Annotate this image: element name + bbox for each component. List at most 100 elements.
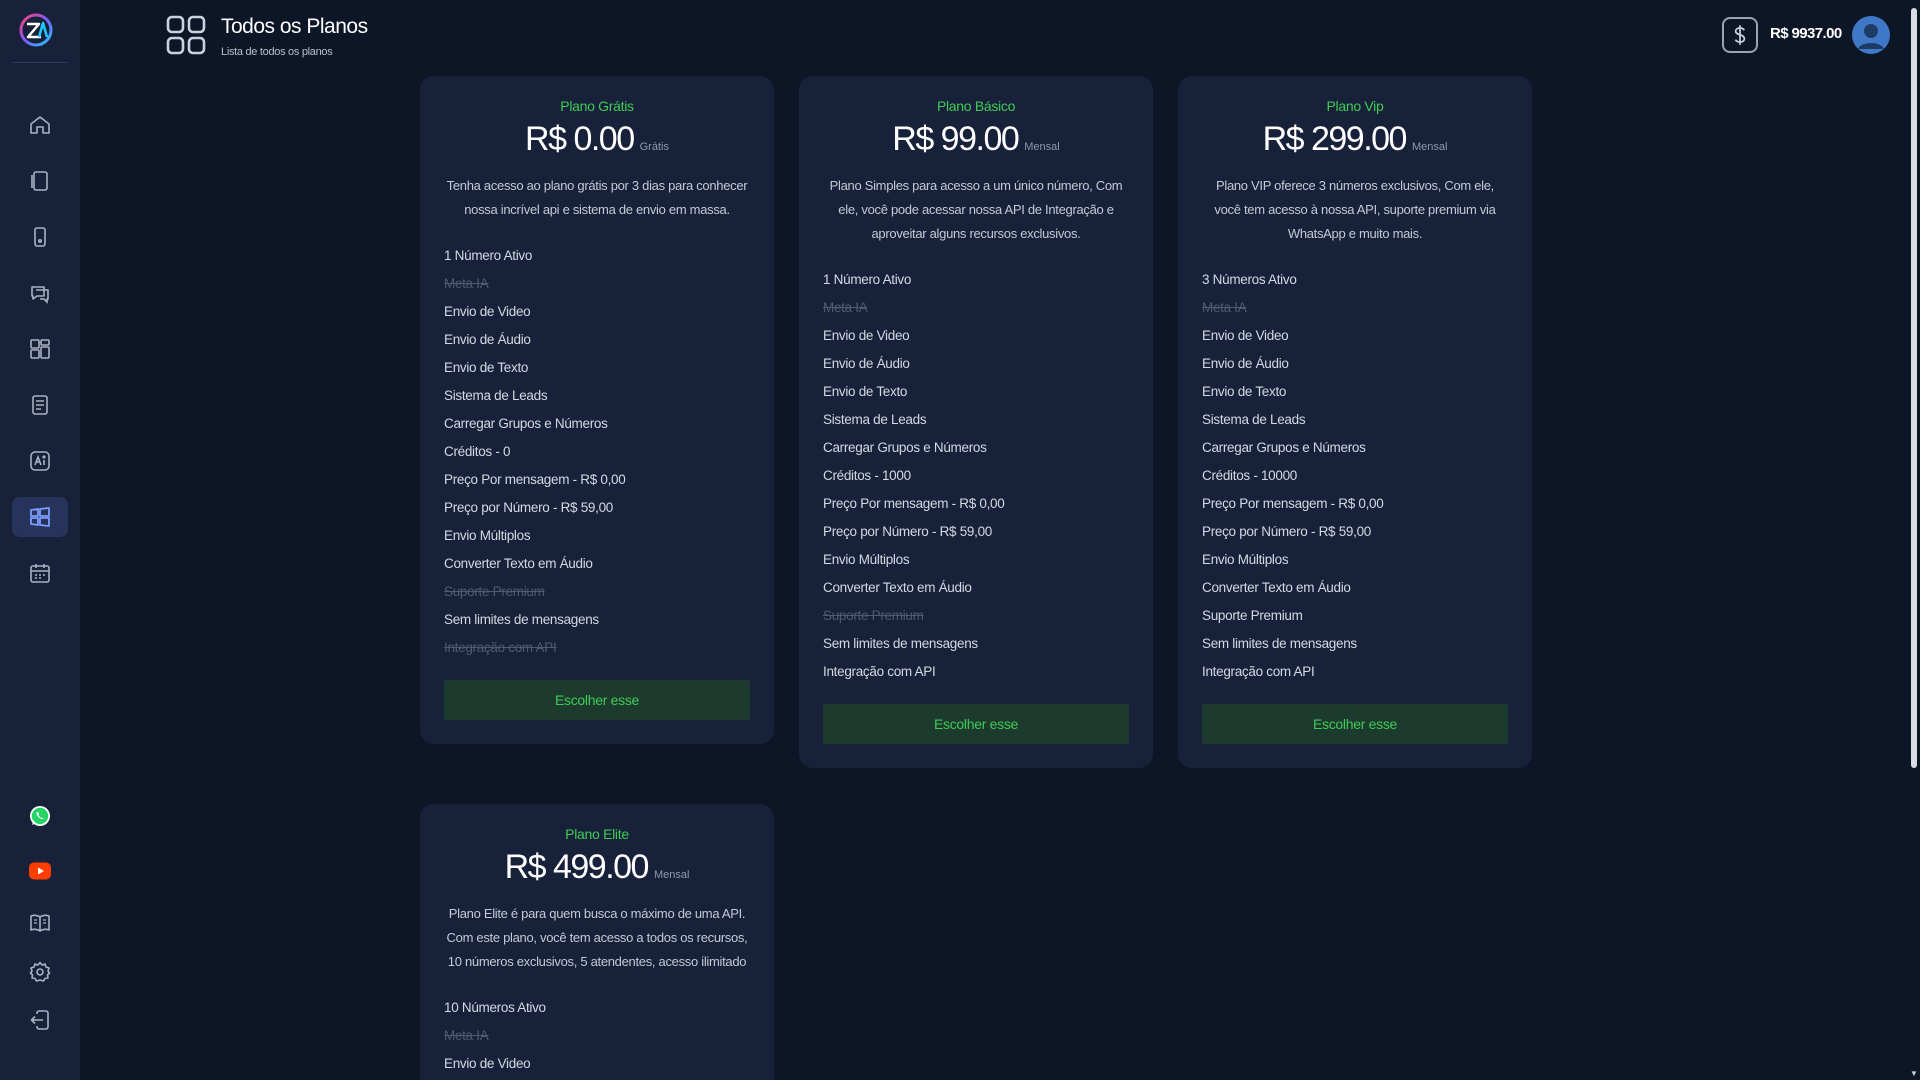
- nav-chat[interactable]: [12, 273, 68, 313]
- feature-item: Meta IA: [444, 276, 489, 291]
- nav-whatsapp[interactable]: [12, 796, 68, 836]
- feature-item: Envio Múltiplos: [1202, 552, 1289, 567]
- feature-item: Envio de Video: [444, 1056, 531, 1071]
- chat-icon: [31, 286, 49, 304]
- feature-item: Envio Múltiplos: [823, 552, 910, 567]
- feature-item: Suporte Premium: [444, 584, 545, 599]
- nav-home[interactable]: [12, 105, 68, 145]
- account-balance: R$ 9937.00: [1770, 25, 1842, 42]
- feature-item: 3 Números Ativo: [1202, 272, 1297, 287]
- calendar-icon: [30, 564, 50, 583]
- app-logo[interactable]: [17, 11, 55, 49]
- feature-item: Envio de Texto: [444, 360, 529, 375]
- nav-plans[interactable]: [12, 497, 68, 537]
- feature-item: Suporte Premium: [823, 608, 924, 623]
- plans-header-icon: [166, 15, 206, 55]
- plan-price: R$ 99.00: [892, 120, 1020, 158]
- nav-ai[interactable]: [12, 441, 68, 481]
- devices-icon: [31, 171, 48, 191]
- youtube-icon: [29, 862, 51, 880]
- page-title: Todos os Planos: [221, 15, 368, 38]
- feature-item: 1 Número Ativo: [823, 272, 912, 287]
- feature-item: Créditos - 0: [444, 444, 511, 459]
- nav-youtube[interactable]: [12, 851, 68, 891]
- whatsapp-icon: [30, 806, 50, 826]
- scrollbar-thumb[interactable]: [1911, 8, 1917, 768]
- plans-grid-icon: [30, 507, 50, 527]
- plan-price: R$ 299.00: [1262, 120, 1408, 158]
- feature-item: Sistema de Leads: [823, 412, 927, 427]
- feature-item: Preço Por mensagem - R$ 0,00: [1202, 496, 1384, 511]
- feature-item: Envio de Video: [823, 328, 910, 343]
- phone-icon: [34, 227, 46, 247]
- plan-card-gratis: Plano Grátis R$ 0.00 Grátis Tenha acesso …: [420, 76, 774, 744]
- feature-item: Envio de Video: [444, 304, 531, 319]
- book-icon: [30, 914, 50, 932]
- plan-price: R$ 499.00: [504, 848, 650, 886]
- nav-dashboard[interactable]: [12, 329, 68, 369]
- feature-item: Sistema de Leads: [1202, 412, 1306, 427]
- plan-period: Grátis: [639, 141, 669, 153]
- feature-item: Meta IA: [1202, 300, 1247, 315]
- plan-description: Plano Simples para acesso a um único núm…: [829, 178, 1123, 241]
- feature-item: Preço por Número - R$ 59,00: [1202, 524, 1371, 539]
- feature-item: Créditos - 1000: [823, 468, 911, 483]
- nav-settings[interactable]: [12, 952, 68, 992]
- feature-item: Envio Múltiplos: [444, 528, 531, 543]
- feature-item: Integração com API: [444, 640, 557, 655]
- feature-item: Carregar Grupos e Números: [1202, 440, 1366, 455]
- feature-item: Créditos - 10000: [1202, 468, 1298, 483]
- nav-devices[interactable]: [12, 161, 68, 201]
- plan-price: R$ 0.00: [525, 120, 635, 158]
- nav-phone[interactable]: [12, 217, 68, 257]
- feature-item: Envio de Áudio: [444, 332, 531, 347]
- feature-list: 10 Números Ativo Meta IA Envio de Video: [444, 994, 750, 1078]
- feature-item: Sem limites de mensagens: [1202, 636, 1357, 651]
- home-icon: [30, 116, 50, 134]
- dashboard-icon: [30, 339, 50, 359]
- plan-period: Mensal: [1024, 141, 1060, 153]
- gear-icon: [29, 961, 51, 982]
- plan-name: Plano Vip: [1326, 98, 1384, 114]
- feature-item: 10 Números Ativo: [444, 1000, 546, 1015]
- feature-item: Integração com API: [1202, 664, 1315, 679]
- user-icon: [1852, 16, 1890, 54]
- feature-item: Sem limites de mensagens: [823, 636, 978, 651]
- feature-item: Preço por Número - R$ 59,00: [444, 500, 613, 515]
- feature-item: Envio de Texto: [823, 384, 908, 399]
- logo-divider: [12, 62, 68, 63]
- choose-plan-button[interactable]: Escolher esse: [823, 704, 1129, 744]
- plan-card-basico: Plano Básico R$ 99.00 Mensal Plano Simple…: [799, 76, 1153, 768]
- price-row: R$ 299.00 Mensal: [1202, 120, 1508, 160]
- nav-logout[interactable]: [12, 1000, 68, 1040]
- feature-item: Sistema de Leads: [444, 388, 548, 403]
- ai-icon: [30, 451, 50, 471]
- logout-icon: [30, 1010, 49, 1030]
- wallet-button[interactable]: [1722, 17, 1758, 53]
- feature-item: Meta IA: [444, 1028, 489, 1043]
- plan-period: Mensal: [653, 869, 690, 881]
- avatar[interactable]: [1852, 16, 1890, 54]
- feature-item: Preço Por mensagem - R$ 0,00: [444, 472, 626, 487]
- feature-list: 1 Número Ativo Meta IA Envio de Video Envio…: [823, 266, 1129, 686]
- choose-plan-button[interactable]: Escolher esse: [1202, 704, 1508, 744]
- nav-docs[interactable]: [12, 903, 68, 943]
- scroll-down-arrow[interactable]: ▼: [1910, 1070, 1918, 1078]
- feature-item: Converter Texto em Áudio: [1202, 580, 1351, 595]
- page-subtitle: Lista de todos os planos: [221, 46, 333, 58]
- feature-item: Envio de Áudio: [823, 356, 910, 371]
- feature-item: Converter Texto em Áudio: [823, 580, 972, 595]
- feature-item: Integração com API: [823, 664, 936, 679]
- price-row: R$ 99.00 Mensal: [823, 120, 1129, 160]
- feature-item: Envio de Áudio: [1202, 356, 1289, 371]
- feature-item: Preço por Número - R$ 59,00: [823, 524, 992, 539]
- choose-plan-button[interactable]: Escolher esse: [444, 680, 750, 720]
- nav-documents[interactable]: [12, 385, 68, 425]
- price-row: R$ 0.00 Grátis: [444, 120, 750, 160]
- nav-calendar[interactable]: [12, 553, 68, 593]
- feature-list: 3 Números Ativo Meta IA Envio de Video Envi…: [1202, 266, 1508, 686]
- feature-item: Converter Texto em Áudio: [444, 556, 593, 571]
- feature-item: Envio de Video: [1202, 328, 1289, 343]
- plan-name: Plano Elite: [565, 826, 629, 842]
- plan-description: Plano Elite é para quem busca o máximo d…: [446, 906, 748, 969]
